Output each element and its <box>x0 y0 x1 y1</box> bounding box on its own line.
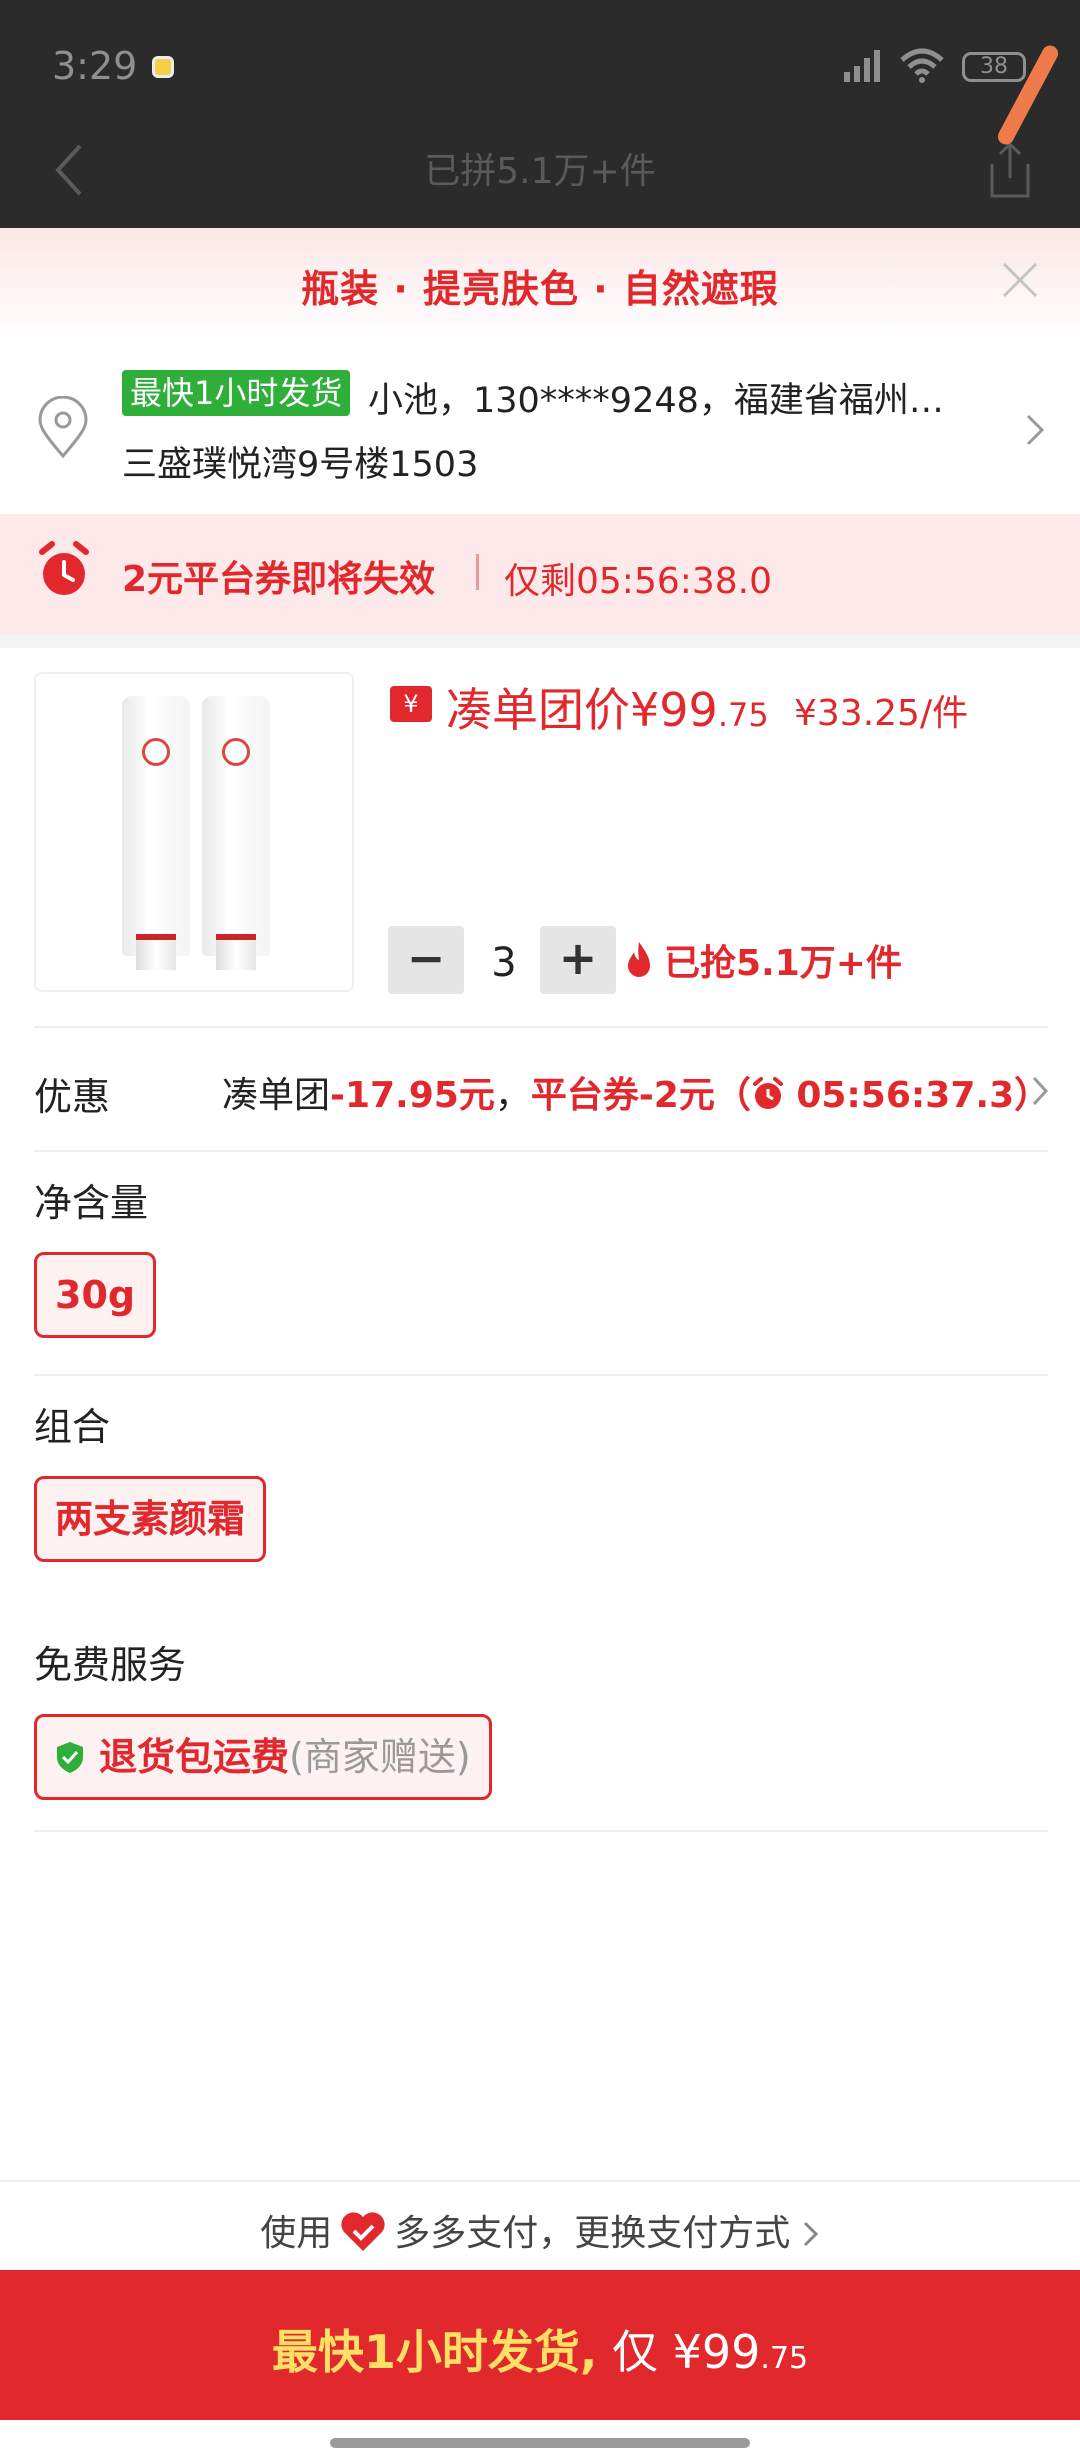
divider <box>34 1374 1048 1376</box>
quantity-increase-button[interactable]: + <box>540 926 616 994</box>
fast-shipping-badge: 最快1小时发货 <box>122 370 351 416</box>
battery-icon: 38 <box>962 52 1026 82</box>
coupon-label: 2元平台券即将失效 <box>122 559 436 600</box>
group-price-decimal: .75 <box>717 696 769 734</box>
page-title: 已拼5.1万+件 <box>424 151 656 192</box>
combo-title: 组合 <box>34 1405 111 1449</box>
unit-price: ¥33.25/件 <box>794 693 969 734</box>
combo-option[interactable]: 两支素颜霜 <box>34 1476 267 1562</box>
divider <box>34 1830 1048 1832</box>
chevron-right-icon <box>1032 1076 1049 1106</box>
payment-method-text: 使用 多多支付，更换支付方式 <box>0 2204 1080 2256</box>
payment-method-row[interactable]: 使用 多多支付，更换支付方式 <box>0 2180 1080 2270</box>
product-summary: ¥ 凑单团价¥99.75 ¥33.25/件 − 3 + 已抢5.1万+件 <box>0 648 1080 1028</box>
status-time: 3:29 <box>52 44 138 88</box>
notification-dot-icon <box>152 56 174 78</box>
buy-fast-shipping: 最快1小时发货, <box>271 2325 598 2379</box>
heart-pay-icon <box>341 2212 385 2251</box>
buy-price: 仅 ¥99 <box>597 2325 761 2379</box>
product-tube-image <box>122 696 190 970</box>
close-icon[interactable] <box>998 258 1042 302</box>
coupon-countdown: 仅剩05:56:38.0 <box>504 561 773 602</box>
discount-separator: ， <box>494 1075 531 1116</box>
divider <box>476 554 479 590</box>
free-service-title: 免费服务 <box>34 1643 187 1687</box>
shield-check-icon <box>57 1742 83 1773</box>
service-label: 退货包运费 <box>99 1735 290 1779</box>
quantity-value[interactable]: 3 <box>474 940 534 986</box>
buy-price-decimal: .75 <box>760 2341 809 2376</box>
home-indicator[interactable] <box>330 2438 750 2448</box>
alarm-clock-icon <box>752 1077 783 1109</box>
wifi-icon <box>900 48 944 83</box>
top-navigation: 已拼5.1万+件 <box>0 120 1080 228</box>
status-bar: 3:29 38 <box>0 0 1080 120</box>
net-content-title: 净含量 <box>34 1181 149 1225</box>
discount-timer: 05:56:37.3 <box>796 1075 1015 1116</box>
address-row[interactable]: 最快1小时发货 小池，130****9248，福建省福州… 三盛璞悦湾9号楼15… <box>0 340 1080 514</box>
platform-coupon: 平台券-2元（ <box>530 1075 751 1116</box>
buy-now-button[interactable]: 最快1小时发货, 仅 ¥99.75 <box>0 2270 1080 2420</box>
payment-prefix: 使用 <box>260 2213 333 2254</box>
chevron-right-icon <box>803 2221 818 2247</box>
address-detail: 三盛璞悦湾9号楼1503 <box>122 445 479 485</box>
discount-detail: 凑单团-17.95元，平台券-2元（ 05:56:37.3） <box>222 1066 1050 1118</box>
group-price-main: 凑单团价¥99 <box>446 683 718 737</box>
promo-banner-text: 瓶装 · 提亮肤色 · 自然遮瑕 <box>301 267 779 311</box>
ticket-icon: ¥ <box>390 686 432 722</box>
product-image[interactable] <box>34 672 354 992</box>
product-tube-image <box>202 696 270 970</box>
quantity-decrease-button[interactable]: − <box>388 926 464 994</box>
location-pin-icon <box>38 396 88 459</box>
payment-switch-text: 多多支付，更换支付方式 <box>394 2213 791 2254</box>
discount-label: 优惠 <box>34 1075 111 1119</box>
promo-banner: 瓶装 · 提亮肤色 · 自然遮瑕 <box>0 228 1080 340</box>
cell-signal-icon <box>844 50 880 82</box>
divider <box>34 1026 1048 1028</box>
section-gap <box>0 634 1080 648</box>
alarm-clock-icon <box>39 541 89 595</box>
group-discount: -17.95元 <box>330 1075 495 1116</box>
fire-icon <box>628 942 650 977</box>
buy-now-label: 最快1小时发货, 仅 ¥99.75 <box>0 2316 1080 2382</box>
group-price: 凑单团价¥99.75 <box>446 674 769 740</box>
divider <box>34 1150 1048 1152</box>
chevron-right-icon <box>1026 414 1045 446</box>
share-icon[interactable] <box>982 134 1038 204</box>
service-note: (商家赠送) <box>289 1735 471 1779</box>
net-content-option-30g[interactable]: 30g <box>34 1252 157 1338</box>
discount-prefix: 凑单团 <box>222 1075 331 1116</box>
free-return-shipping-option[interactable]: 退货包运费(商家赠送) <box>34 1714 492 1800</box>
coupon-expiry-bar: 2元平台券即将失效 仅剩05:56:38.0 <box>0 514 1080 634</box>
sold-count: 已抢5.1万+件 <box>664 943 902 984</box>
address-recipient: 小池，130****9248，福建省福州… <box>368 381 944 421</box>
